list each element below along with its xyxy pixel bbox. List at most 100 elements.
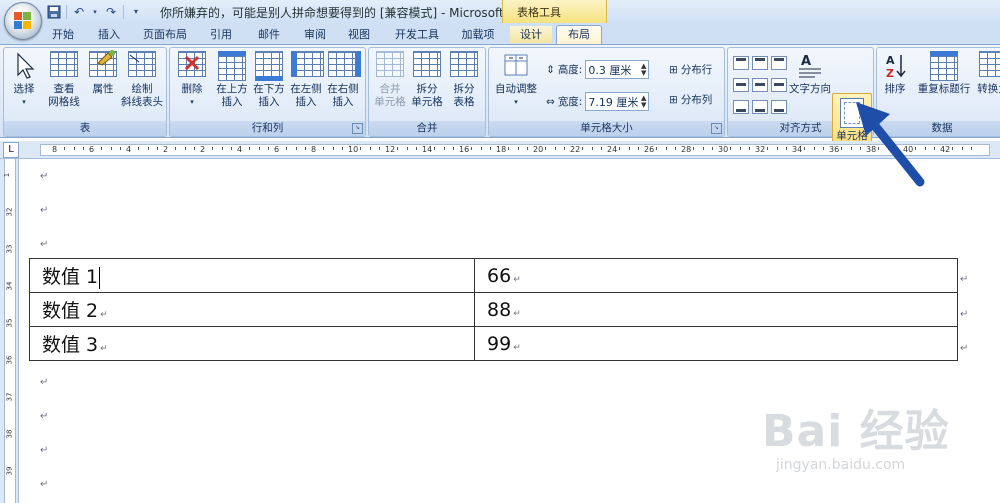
tab-insert[interactable]: 插入	[92, 26, 126, 43]
ruler-number: 6	[274, 145, 280, 154]
draw-diagonal-label-1: 绘制	[131, 83, 153, 95]
table-cell[interactable]: 88 ↵	[474, 292, 958, 327]
ruler-tick	[563, 147, 565, 150]
merge-label-1: 合并	[379, 83, 401, 95]
repeat-header-rows-button[interactable]: 重复标题行	[915, 51, 973, 96]
undo-dropdown-icon[interactable]: ▾	[91, 4, 99, 20]
vertical-ruler[interactable]: 1 32 33 34 35 36 37 38 39	[0, 159, 19, 503]
split-cells-button[interactable]: 拆分 单元格	[408, 51, 446, 109]
align-bottom-center-icon[interactable]	[752, 100, 768, 114]
vertical-ruler-number: 1	[3, 172, 12, 178]
table-cell[interactable]: 99 ↵	[474, 326, 958, 361]
ruler-number: 18	[496, 145, 507, 154]
cell-text: 66	[487, 264, 512, 287]
width-spinner[interactable]: 7.19 厘米 ▲ ▼	[585, 92, 650, 111]
table-cell[interactable]: 66 ↵	[474, 258, 958, 293]
delete-button[interactable]: 删除 ▾	[174, 51, 210, 109]
ruler-number: 26	[644, 145, 655, 154]
ruler-tick	[517, 147, 519, 150]
office-button[interactable]	[4, 2, 42, 40]
undo-icon[interactable]: ↶	[71, 4, 87, 20]
align-top-right-icon[interactable]	[771, 56, 787, 70]
ruler-tick	[221, 147, 223, 150]
tab-mailings[interactable]: 邮件	[252, 26, 286, 43]
tab-review[interactable]: 审阅	[298, 26, 332, 43]
save-icon[interactable]	[46, 4, 62, 20]
redo-icon[interactable]: ↷	[103, 4, 119, 20]
align-top-center-icon[interactable]	[752, 56, 768, 70]
row-end-mark: ↵	[960, 343, 969, 354]
cell-text: 数值 3	[42, 334, 99, 356]
text-direction-button[interactable]: A 文字方向	[788, 51, 832, 96]
cell-end-mark: ↵	[513, 274, 521, 285]
distribute-columns-button[interactable]: ⊞ 分布列	[669, 92, 712, 107]
insert-below-button[interactable]: 在下方 插入	[251, 51, 287, 109]
cell-text: 88	[487, 298, 512, 321]
table-properties-icon	[88, 50, 118, 81]
select-button[interactable]: 选择 ▾	[7, 51, 41, 109]
autofit-button[interactable]: 自动调整 ▾	[491, 51, 541, 109]
align-middle-left-icon[interactable]	[733, 78, 749, 92]
tab-home[interactable]: 开始	[44, 26, 82, 43]
table-cell[interactable]: 数值 1	[29, 258, 475, 293]
tab-page-layout[interactable]: 页面布局	[138, 26, 192, 43]
insert-below-label-2: 插入	[258, 96, 280, 108]
tab-developer[interactable]: 开发工具	[390, 26, 444, 43]
ruler-tick	[73, 147, 75, 150]
customize-qat-icon[interactable]: ▾	[128, 4, 144, 20]
align-top-left-icon[interactable]	[733, 56, 749, 70]
spin-arrows-icon[interactable]: ▲ ▼	[641, 94, 646, 109]
watermark-url: jingyan.baidu.com	[776, 457, 906, 473]
ruler-tick	[480, 147, 482, 150]
distribute-rows-button[interactable]: ⊞ 分布行	[669, 62, 712, 77]
distribute-rows-icon: ⊞	[669, 63, 678, 76]
width-label: 宽度:	[557, 96, 583, 108]
align-middle-center-icon[interactable]	[752, 78, 768, 92]
table-cell[interactable]: 数值 2 ↵	[29, 292, 475, 327]
ruler-number: 4	[237, 145, 243, 154]
qat-separator	[66, 4, 67, 19]
ruler-tick	[545, 147, 547, 150]
tab-references[interactable]: 引用	[204, 26, 238, 43]
sort-button[interactable]: AZ 排序	[879, 51, 911, 96]
split-table-button[interactable]: 拆分 表格	[445, 51, 483, 109]
split-table-label-2: 表格	[453, 96, 475, 108]
insert-above-button[interactable]: 在上方 插入	[214, 51, 250, 109]
ruler-tick	[674, 147, 676, 150]
tab-add-ins[interactable]: 加载项	[456, 26, 500, 43]
tab-selector-icon[interactable]: L	[3, 142, 19, 158]
vertical-ruler-number: 38	[5, 429, 14, 439]
align-bottom-left-icon[interactable]	[733, 100, 749, 114]
insert-left-button[interactable]: 在左侧 插入	[288, 51, 324, 109]
ruler-number: 16	[459, 145, 470, 154]
repeat-header-icon	[929, 51, 959, 81]
insert-right-button[interactable]: 在右侧 插入	[325, 51, 361, 109]
ruler-tick	[693, 147, 695, 150]
spin-arrows-icon[interactable]: ▲ ▼	[641, 62, 646, 77]
cell-size-launcher-icon[interactable]: ↘	[711, 123, 722, 134]
ruler-tick	[138, 147, 140, 150]
tab-layout[interactable]: 布局	[556, 25, 602, 44]
align-bottom-right-icon[interactable]	[771, 100, 787, 114]
view-gridlines-button[interactable]: 查看 网格线	[42, 51, 86, 109]
properties-button[interactable]: 属性	[86, 50, 120, 96]
table-tools-label: 表格工具	[517, 6, 561, 19]
height-spinner[interactable]: 0.3 厘米 ▲ ▼	[585, 60, 650, 79]
tab-view[interactable]: 视图	[342, 26, 376, 43]
ruler-tick	[212, 147, 214, 150]
convert-to-text-button[interactable]: 转换为	[973, 51, 1000, 96]
align-middle-right-icon[interactable]	[771, 78, 787, 92]
ruler-tick	[230, 147, 232, 150]
merge-cells-button[interactable]: 合并 单元格	[371, 51, 409, 109]
rows-columns-launcher-icon[interactable]: ↘	[352, 123, 363, 134]
autofit-icon	[501, 51, 531, 81]
ruler-tick	[656, 147, 658, 150]
group-cell-size-label: 单元格大小	[489, 121, 724, 136]
svg-text:A: A	[801, 54, 811, 69]
draw-diagonal-header-button[interactable]: 绘制 斜线表头	[118, 51, 166, 109]
ruler-number: 2	[163, 145, 169, 154]
insert-right-label-2: 插入	[332, 96, 354, 108]
table-cell[interactable]: 数值 3 ↵	[29, 326, 475, 361]
tab-design[interactable]: 设计	[510, 26, 552, 43]
insert-below-label-1: 在下方	[253, 83, 285, 95]
